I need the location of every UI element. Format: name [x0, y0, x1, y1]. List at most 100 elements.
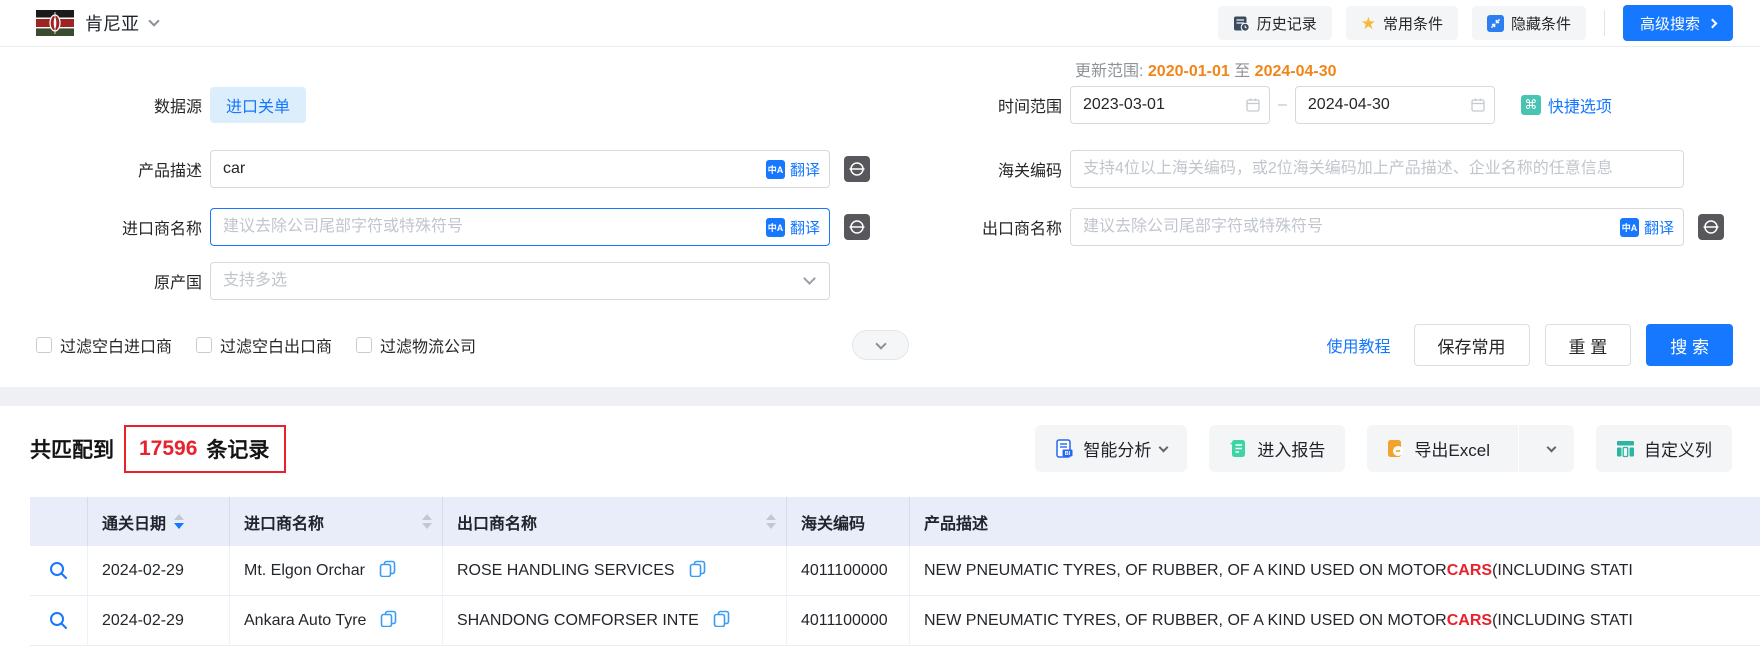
start-date-field[interactable]	[1070, 86, 1270, 124]
origin-country-select[interactable]	[210, 262, 830, 300]
sort-asc-icon[interactable]	[422, 514, 432, 520]
update-range-start: 2020-01-01	[1148, 63, 1230, 80]
header-importer[interactable]: 进口商名称	[230, 497, 443, 546]
hs-code-field	[1070, 150, 1684, 188]
sort-asc-icon[interactable]	[174, 514, 184, 520]
sort-desc-icon-active[interactable]	[174, 523, 184, 529]
header-importer-label: 进口商名称	[244, 510, 324, 534]
exporter-input[interactable]	[1070, 208, 1684, 246]
export-excel-button[interactable]: 导出Excel	[1367, 425, 1509, 472]
checkbox-label[interactable]: 过滤空白出口商	[220, 333, 332, 357]
origin-country-label: 原产国	[0, 269, 210, 293]
reset-button[interactable]: 重 置	[1545, 324, 1632, 366]
magnifier-icon[interactable]	[48, 610, 69, 631]
data-source-label: 数据源	[0, 93, 210, 117]
checkbox-label[interactable]: 过滤物流公司	[380, 333, 476, 357]
translate-icon: 中A	[766, 218, 785, 237]
header-date[interactable]: 通关日期	[88, 497, 230, 546]
chevron-down-icon	[1546, 442, 1556, 452]
importer-cell: Mt. Elgon Orchar	[230, 546, 443, 595]
update-range-end: 2024-04-30	[1255, 63, 1337, 80]
tutorial-link[interactable]: 使用教程	[1327, 333, 1391, 357]
columns-grid-icon	[1616, 439, 1635, 458]
product-desc-cell: NEW PNEUMATIC TYRES, OF RUBBER, OF A KIN…	[910, 546, 1760, 595]
end-date-field[interactable]	[1295, 86, 1495, 124]
top-bar: 肯尼亚 历史记录 ★ 常用条件	[0, 0, 1760, 47]
sort-desc-icon[interactable]	[766, 523, 776, 529]
sort-control[interactable]	[174, 514, 184, 529]
hs-code-input[interactable]	[1070, 150, 1684, 188]
favorites-button[interactable]: ★ 常用条件	[1346, 6, 1458, 40]
sort-control[interactable]	[766, 514, 776, 529]
importer-label: 进口商名称	[0, 215, 210, 239]
importer-name[interactable]: Mt. Elgon Orchar	[244, 562, 365, 580]
filter-blank-exporter[interactable]: 过滤空白出口商	[196, 333, 332, 357]
copy-icon[interactable]	[380, 610, 397, 632]
header-product-desc: 产品描述	[910, 497, 1760, 546]
header-hs-code: 海关编码	[787, 497, 910, 546]
translate-button[interactable]: 中A 翻译	[1620, 208, 1674, 246]
filter-blank-importer[interactable]: 过滤空白进口商	[36, 333, 172, 357]
search-button[interactable]: 搜 索	[1646, 324, 1733, 366]
copy-icon[interactable]	[689, 560, 706, 582]
history-button[interactable]: 历史记录	[1218, 6, 1332, 40]
translate-button[interactable]: 中A 翻译	[766, 150, 820, 188]
table-row: 2024-02-29 Ankara Auto Tyre SHANDONG COM…	[30, 596, 1760, 646]
importer-name[interactable]: Ankara Auto Tyre	[244, 612, 366, 630]
sort-control[interactable]	[422, 514, 432, 529]
expand-conditions-button[interactable]	[852, 330, 909, 360]
exporter-cell: SHANDONG COMFORSER INTE	[443, 596, 787, 645]
top-bar-actions: 历史记录 ★ 常用条件 隐藏条件	[1218, 5, 1733, 41]
filter-logistics[interactable]: 过滤物流公司	[356, 333, 476, 357]
exporter-name[interactable]: ROSE HANDLING SERVICES	[457, 562, 675, 580]
end-date-input[interactable]	[1295, 86, 1495, 124]
header-exporter[interactable]: 出口商名称	[443, 497, 787, 546]
export-options-button[interactable]	[1528, 425, 1574, 472]
quick-options-link[interactable]: ⌘ 快捷选项	[1521, 93, 1612, 117]
sort-asc-icon[interactable]	[766, 514, 776, 520]
record-count-suffix: 条记录	[206, 434, 269, 464]
results-count: 共匹配到 17596 条记录	[30, 425, 286, 473]
update-range-label: 更新范围:	[1075, 63, 1143, 80]
start-date-input[interactable]	[1070, 86, 1270, 124]
importer-input[interactable]	[210, 208, 830, 246]
copy-icon[interactable]	[713, 610, 730, 632]
checkbox[interactable]	[356, 337, 372, 353]
country-selector[interactable]: 肯尼亚	[36, 10, 158, 36]
bi-document-icon: BI	[1055, 439, 1074, 458]
hide-conditions-button[interactable]: 隐藏条件	[1472, 6, 1586, 40]
advanced-search-label: 高级搜索	[1640, 13, 1700, 34]
hide-conditions-label: 隐藏条件	[1511, 13, 1571, 34]
checkbox[interactable]	[196, 337, 212, 353]
custom-columns-button[interactable]: 自定义列	[1596, 425, 1732, 472]
exporter-cell: ROSE HANDLING SERVICES	[443, 546, 787, 595]
sort-desc-icon[interactable]	[422, 523, 432, 529]
save-common-button[interactable]: 保存常用	[1414, 324, 1530, 366]
header-exporter-label: 出口商名称	[457, 510, 537, 534]
exclude-keywords-icon[interactable]	[1698, 214, 1724, 240]
header-date-label: 通关日期	[102, 510, 166, 534]
translate-button[interactable]: 中A 翻译	[766, 208, 820, 246]
exporter-label: 出口商名称	[830, 215, 1070, 239]
importer-row: 进口商名称 中A 翻译	[0, 208, 870, 246]
product-desc-row: 产品描述 中A 翻译	[0, 150, 870, 188]
magnifier-icon[interactable]	[48, 560, 69, 581]
smart-analysis-button[interactable]: BI 智能分析	[1035, 425, 1187, 472]
hs-code-row: 海关编码	[830, 150, 1684, 188]
command-icon: ⌘	[1521, 95, 1541, 115]
copy-icon[interactable]	[379, 560, 396, 582]
enter-report-button[interactable]: 进入报告	[1209, 425, 1345, 472]
checkbox[interactable]	[36, 337, 52, 353]
product-desc-field: 中A 翻译	[210, 150, 830, 188]
time-range-label: 时间范围	[830, 93, 1070, 117]
product-desc-input[interactable]	[210, 150, 830, 188]
checkbox-label[interactable]: 过滤空白进口商	[60, 333, 172, 357]
date-range-dash: –	[1278, 96, 1287, 114]
origin-country-input[interactable]	[210, 262, 830, 300]
exporter-name[interactable]: SHANDONG COMFORSER INTE	[457, 612, 699, 630]
data-source-chip[interactable]: 进口关单	[210, 87, 306, 123]
date-cell: 2024-02-29	[88, 546, 230, 595]
translate-icon: 中A	[766, 160, 785, 179]
advanced-search-button[interactable]: 高级搜索	[1623, 5, 1733, 41]
match-prefix: 共匹配到	[30, 434, 114, 464]
